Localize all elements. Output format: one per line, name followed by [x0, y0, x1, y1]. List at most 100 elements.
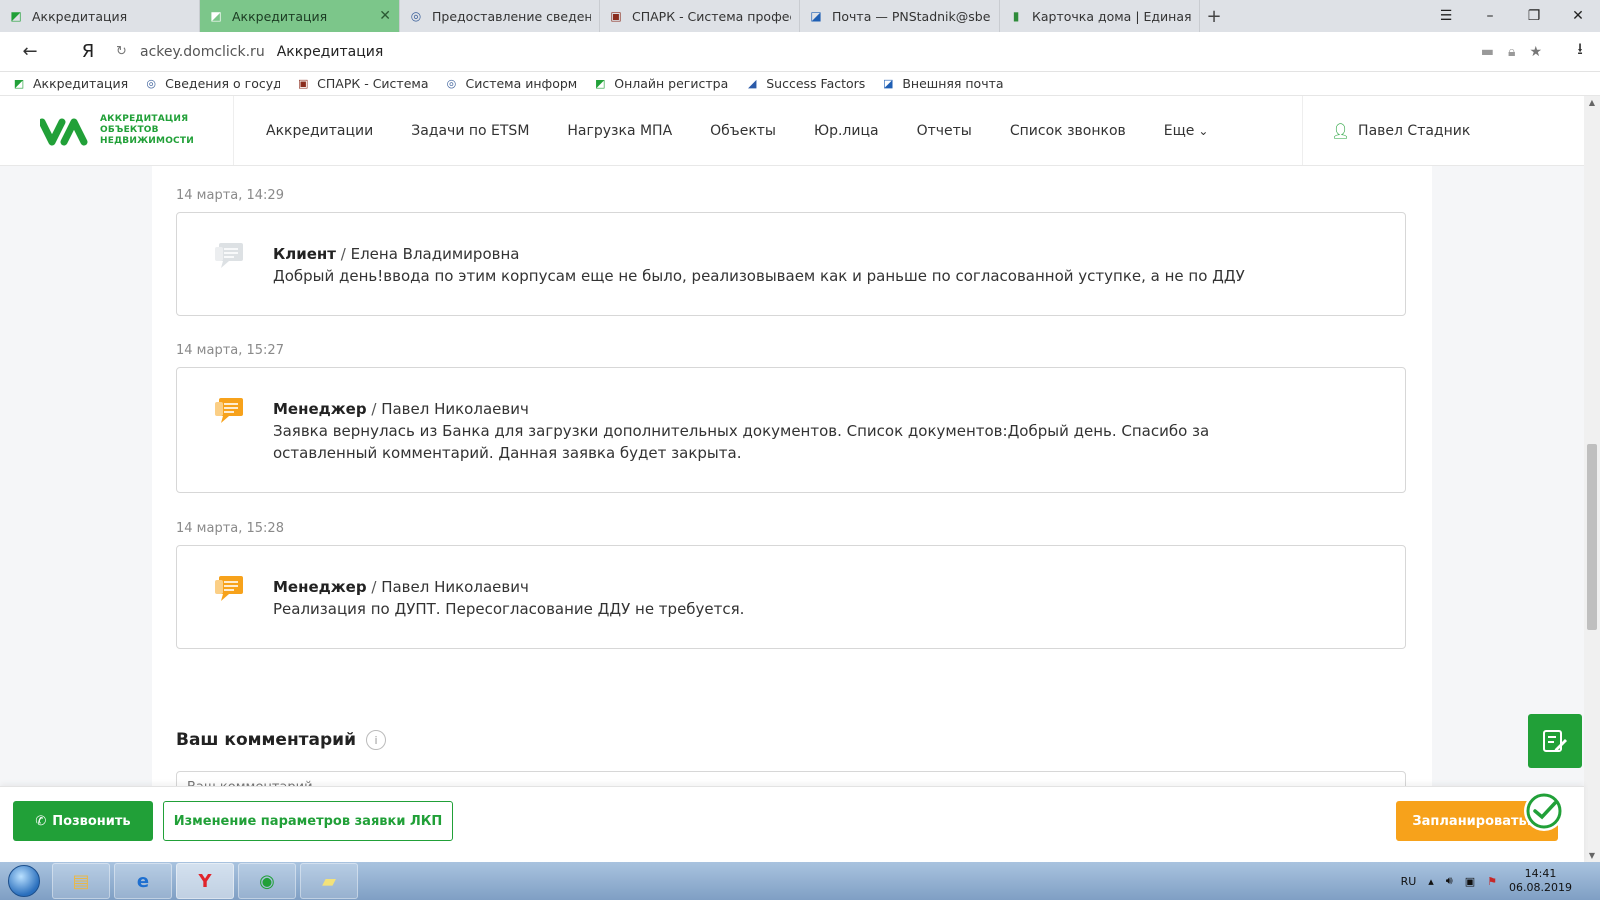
browser-tab-1[interactable]: ◩ Аккредитация: [0, 0, 200, 32]
logo-line: ОБЪЕКТОВ: [100, 125, 159, 135]
site-header: АККРЕДИТАЦИЯ ОБЪЕКТОВ НЕДВИЖИМОСТИ Аккре…: [0, 96, 1584, 166]
logo[interactable]: АККРЕДИТАЦИЯ ОБЪЕКТОВ НЕДВИЖИМОСТИ: [0, 96, 234, 165]
browser-tab-6[interactable]: ▮ Карточка дома | Единая ин: [1000, 0, 1200, 32]
notes-taskbar-button[interactable]: ▰: [300, 863, 358, 899]
chat-bubble-icon: [215, 243, 243, 268]
language-indicator[interactable]: RU: [1401, 875, 1417, 888]
explorer-taskbar-button[interactable]: ▤: [52, 863, 110, 899]
volume-icon[interactable]: 🔊︎: [1446, 874, 1453, 888]
nav-item-call-list[interactable]: Список звонков: [1010, 123, 1126, 139]
message-card: Клиент / Елена Владимировна Добрый день!…: [176, 212, 1406, 316]
scroll-up-icon[interactable]: ▲: [1584, 98, 1600, 107]
ie-taskbar-button[interactable]: e: [114, 863, 172, 899]
bookmark-item[interactable]: ◩ Аккредитация: [12, 76, 128, 91]
scrollbar-thumb[interactable]: [1587, 444, 1597, 630]
close-tab-icon[interactable]: ✕: [379, 8, 391, 24]
message-card: Менеджер / Павел Николаевич Заявка верну…: [176, 367, 1406, 493]
tab-label: Карточка дома | Единая ин: [1032, 8, 1191, 24]
message-author: Клиент / Елена Владимировна: [273, 243, 1285, 265]
message-text: Реализация по ДУПТ. Пересогласование ДДУ…: [273, 600, 745, 618]
sber-app-icon: ◉: [259, 870, 275, 892]
message-body: Менеджер / Павел Николаевич Реализация п…: [273, 576, 1285, 620]
sber-logo-icon[interactable]: [1524, 791, 1564, 831]
menu-icon[interactable]: ☰: [1424, 0, 1468, 32]
user-menu[interactable]: 👤︎ Павел Стадник: [1302, 96, 1584, 165]
nav-item-objects[interactable]: Объекты: [710, 123, 776, 139]
call-button[interactable]: ✆ Позвонить: [13, 801, 153, 841]
message-icon[interactable]: ▬: [1481, 44, 1494, 60]
message-item: 14 марта, 15:27 Менеджер / Павел Николае…: [176, 343, 1406, 493]
tab-label: Аккредитация: [32, 8, 128, 24]
author-role: Клиент: [273, 245, 336, 263]
network-icon[interactable]: ▣: [1465, 875, 1475, 888]
yandex-taskbar-button[interactable]: Y: [176, 863, 234, 899]
message-item: 14 марта, 14:29 Клиент / Елена Владимиро…: [176, 188, 1406, 316]
change-params-button[interactable]: Изменение параметров заявки ЛКП: [163, 801, 453, 841]
author-separator: /: [371, 578, 382, 596]
clock[interactable]: 14:41 06.08.2019: [1509, 867, 1572, 895]
back-arrow-icon[interactable]: ←: [14, 36, 46, 68]
new-tab-button[interactable]: +: [1200, 0, 1228, 32]
browser-tab-bar: ◩ Аккредитация ◩ Аккредитация ✕ ◎ Предос…: [0, 0, 1600, 32]
bookmark-item[interactable]: ▣ СПАРК - Система: [296, 76, 429, 91]
close-window-icon[interactable]: ✕: [1556, 0, 1600, 32]
clock-date: 06.08.2019: [1509, 881, 1572, 894]
author-role: Менеджер: [273, 578, 367, 596]
scroll-down-icon[interactable]: ▼: [1584, 851, 1600, 860]
bookmark-item[interactable]: ◪ Внешняя почта: [881, 76, 1003, 91]
chevron-down-icon: ⌄: [1198, 123, 1209, 138]
nav-item-mpa-load[interactable]: Нагрузка МПА: [567, 123, 672, 139]
nav-item-more[interactable]: Еще ⌄: [1164, 123, 1209, 139]
message-author: Менеджер / Павел Николаевич: [273, 398, 1285, 420]
download-icon[interactable]: ⭳: [1560, 38, 1600, 65]
yandex-icon[interactable]: Я: [68, 41, 108, 62]
edit-note-button[interactable]: [1528, 714, 1582, 768]
tab-label: Предоставление сведений: [432, 8, 591, 24]
restore-icon[interactable]: ❐: [1512, 0, 1556, 32]
address-bar: ← Я ↻ ackey.domclick.ru Аккредитация ▬ 🔒…: [0, 32, 1600, 72]
bookmark-label: Сведения о госуда: [165, 76, 281, 91]
domclick-icon: ◩: [10, 9, 22, 23]
bookmarks-bar: ◩ Аккредитация ◎ Сведения о госуда ▣ СПА…: [0, 72, 1600, 96]
user-icon: 👤︎: [1331, 121, 1351, 140]
folder-icon: ▤: [72, 870, 90, 892]
url-field[interactable]: ↻ ackey.domclick.ru Аккредитация ▬ 🔒︎ ★: [116, 36, 1552, 67]
minimize-icon[interactable]: –: [1468, 0, 1512, 32]
bookmark-item[interactable]: ◢ Success Factors: [745, 76, 865, 91]
edit-note-icon: [1543, 730, 1567, 752]
lock-icon[interactable]: 🔒︎: [1508, 44, 1515, 60]
page-scrollbar[interactable]: ▲ ▼: [1584, 96, 1600, 862]
sber-taskbar-button[interactable]: ◉: [238, 863, 296, 899]
browser-tab-2[interactable]: ◩ Аккредитация ✕: [200, 0, 400, 32]
comment-title-text: Ваш комментарий: [176, 730, 357, 750]
logo-mark-icon: [40, 118, 88, 145]
browser-tab-4[interactable]: ▣ СПАРК - Система професси: [600, 0, 800, 32]
tray-expand-icon[interactable]: ▴: [1428, 875, 1434, 888]
browser-tab-3[interactable]: ◎ Предоставление сведений: [400, 0, 600, 32]
outlook-icon: ◪: [883, 77, 894, 90]
ie-icon: e: [136, 870, 150, 892]
action-bar: ✆ Позвонить Изменение параметров заявки …: [0, 786, 1584, 862]
bookmark-item[interactable]: ◎ Система информ: [444, 76, 578, 91]
message-text: Заявка вернулась из Банка для загрузки д…: [273, 422, 1210, 462]
sticky-notes-icon: ▰: [322, 870, 336, 892]
bookmark-item[interactable]: ◎ Сведения о госуда: [144, 76, 280, 91]
info-icon[interactable]: i: [366, 730, 387, 750]
nav-item-legal-entities[interactable]: Юр.лица: [814, 123, 879, 139]
tab-label: СПАРК - Система професси: [632, 8, 791, 24]
nav-item-etsm-tasks[interactable]: Задачи по ETSM: [411, 123, 529, 139]
flag-icon[interactable]: ⚑: [1487, 875, 1497, 888]
reload-icon[interactable]: ↻: [116, 44, 140, 59]
url-host: ackey.domclick.ru: [140, 43, 265, 60]
url-page-title: Аккредитация: [276, 43, 384, 60]
browser-tab-5[interactable]: ◪ Почта — PNStadnik@sberb: [800, 0, 1000, 32]
author-name: Елена Владимировна: [350, 245, 520, 263]
domclick-icon: ◩: [595, 77, 606, 90]
user-name: Павел Стадник: [1358, 122, 1471, 139]
bookmark-star-icon[interactable]: ★: [1529, 44, 1542, 60]
nav-item-reports[interactable]: Отчеты: [917, 123, 972, 139]
nav-item-accreditations[interactable]: Аккредитации: [266, 123, 373, 139]
start-button[interactable]: [0, 862, 48, 900]
bookmark-item[interactable]: ◩ Онлайн регистрац: [593, 76, 729, 91]
sf-icon: ◢: [748, 77, 757, 90]
